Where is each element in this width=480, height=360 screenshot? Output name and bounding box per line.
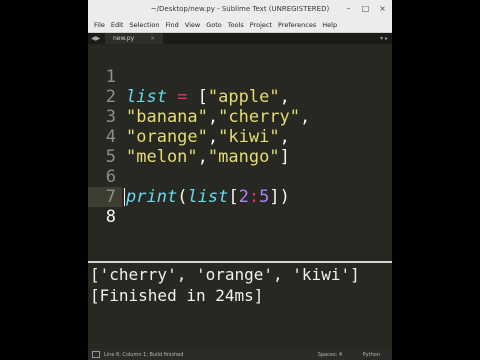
status-bar: Line 8, Column 1; Build finished Spaces:… (88, 349, 392, 360)
menu-preferences[interactable]: Preferences (278, 21, 316, 29)
menu-edit[interactable]: Edit (111, 21, 124, 29)
tab-label: new.py (113, 35, 135, 42)
window-controls: – □ × (343, 3, 388, 14)
tab-new-py[interactable]: new.py × (105, 33, 164, 44)
code-line-8[interactable]: 8 (88, 187, 392, 227)
status-position: Line 8, Column 1; Build finished (104, 351, 184, 358)
code-editor[interactable]: 1 list = ["apple", 2 "banana","cherry", … (88, 45, 392, 261)
menu-file[interactable]: File (94, 21, 105, 29)
status-syntax[interactable]: Python (363, 352, 380, 358)
maximize-button[interactable]: □ (360, 3, 371, 14)
letterbox-right (392, 0, 480, 360)
tab-scroll-arrows-icon[interactable]: ◀▶ (91, 35, 105, 42)
menu-goto[interactable]: Goto (206, 21, 222, 29)
close-button[interactable]: × (377, 3, 388, 14)
line-number: 8 (105, 207, 116, 227)
build-finished-line: [Finished in 24ms] (90, 286, 264, 305)
title-bar: ~/Desktop/new.py - Sublime Text (UNREGIS… (88, 0, 392, 18)
menu-project[interactable]: Project (250, 21, 272, 29)
code-line-7[interactable]: 7 (88, 167, 392, 207)
menu-view[interactable]: View (185, 21, 200, 29)
menu-selection[interactable]: Selection (129, 21, 159, 29)
code-line-5[interactable]: 5 (88, 127, 392, 167)
menu-bar: File Edit Selection Find View Goto Tools… (88, 18, 392, 33)
code-line-4[interactable]: 4 "melon","mango"] (88, 107, 392, 167)
menu-help[interactable]: Help (322, 21, 337, 29)
code-line-1[interactable]: 1 list = ["apple", (88, 47, 392, 107)
build-output-panel[interactable]: ['cherry', 'orange', 'kiwi'] [Finished i… (88, 263, 392, 349)
tab-menu-icon[interactable]: ▾ ▸ (380, 33, 388, 44)
panel-toggle-icon[interactable] (92, 351, 100, 358)
minimize-button[interactable]: – (343, 3, 354, 14)
menu-find[interactable]: Find (165, 21, 178, 29)
letterbox-left (0, 0, 88, 360)
tab-close-icon[interactable]: × (150, 35, 155, 42)
code-line-6[interactable]: 6 print(list[2:5]) (88, 147, 392, 207)
sublime-window: ~/Desktop/new.py - Sublime Text (UNREGIS… (88, 0, 392, 360)
text-cursor (124, 188, 125, 206)
status-indentation[interactable]: Spaces: 4 (318, 352, 342, 358)
code-line-2[interactable]: 2 "banana","cherry", (88, 67, 392, 127)
code-line-3[interactable]: 3 "orange","kiwi", (88, 87, 392, 147)
menu-tools[interactable]: Tools (228, 21, 244, 29)
window-title: ~/Desktop/new.py - Sublime Text (UNREGIS… (150, 5, 330, 13)
tab-bar: ◀▶ new.py × ▾ ▸ (88, 33, 392, 44)
build-output-line: ['cherry', 'orange', 'kiwi'] (90, 265, 360, 284)
